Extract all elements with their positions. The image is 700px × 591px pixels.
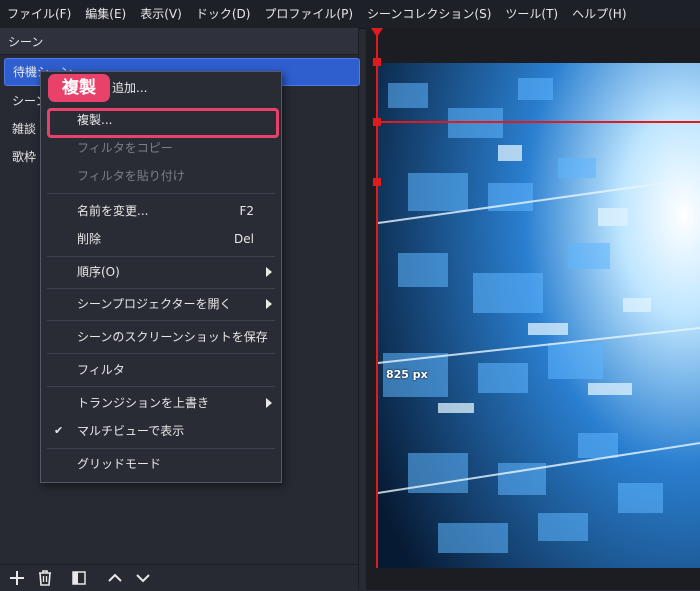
menu-item-filters[interactable]: フィルタ xyxy=(42,356,280,384)
preview-canvas-image xyxy=(378,63,700,568)
preview-area[interactable]: 825 px xyxy=(366,28,700,590)
menu-separator xyxy=(47,353,275,354)
menu-separator xyxy=(47,193,275,194)
horizontal-guide-line xyxy=(378,121,700,123)
menu-separator xyxy=(47,448,275,449)
submenu-arrow-icon xyxy=(266,299,272,309)
menu-item-copy-filters: フィルタをコピー xyxy=(77,141,173,155)
menu-item-screenshot[interactable]: シーンのスクリーンショットを保存 xyxy=(42,323,280,351)
menu-edit[interactable]: 編集(E) xyxy=(78,0,133,28)
menu-item-paste-filters: フィルタを貼り付け xyxy=(77,169,185,183)
trash-icon[interactable] xyxy=(35,568,55,588)
menu-item-delete[interactable]: 削除 Del xyxy=(42,225,280,253)
menu-help[interactable]: ヘルプ(H) xyxy=(565,0,633,28)
resize-handle[interactable] xyxy=(373,178,381,186)
move-down-icon[interactable] xyxy=(133,568,153,588)
menu-item-multiview[interactable]: ✔ マルチビューで表示 xyxy=(42,417,280,445)
menu-scene-collection[interactable]: シーンコレクション(S) xyxy=(360,0,498,28)
menu-separator xyxy=(47,288,275,289)
menu-separator xyxy=(47,386,275,387)
duplicate-highlight-box xyxy=(47,108,279,138)
menu-dock[interactable]: ドック(D) xyxy=(189,0,258,28)
scenes-toolbar xyxy=(0,564,358,591)
tech-background-image xyxy=(378,63,700,568)
submenu-arrow-icon xyxy=(266,267,272,277)
submenu-arrow-icon xyxy=(266,398,272,408)
menu-bar: ファイル(F) 編集(E) 表示(V) ドック(D) プロファイル(P) シーン… xyxy=(0,0,700,29)
menu-view[interactable]: 表示(V) xyxy=(133,0,189,28)
menu-item-grid-mode[interactable]: グリッドモード xyxy=(42,450,280,478)
move-up-icon[interactable] xyxy=(105,568,125,588)
menu-item-rename[interactable]: 名前を変更... F2 xyxy=(42,197,280,225)
duplicate-annotation-badge: 複製 xyxy=(48,74,110,102)
distance-label: 825 px xyxy=(386,368,428,381)
vertical-guide-line xyxy=(376,28,378,568)
scenes-dock-title: シーン xyxy=(0,28,358,55)
menu-separator xyxy=(47,256,275,257)
menu-profile[interactable]: プロファイル(P) xyxy=(257,0,360,28)
menu-item-transition-override[interactable]: トランジションを上書き xyxy=(42,389,280,417)
scenes-dock-title-text: シーン xyxy=(8,35,44,49)
menu-separator xyxy=(47,320,275,321)
checkmark-icon: ✔ xyxy=(54,424,64,437)
menu-tools[interactable]: ツール(T) xyxy=(498,0,565,28)
add-scene-icon[interactable] xyxy=(7,568,27,588)
menu-item-order[interactable]: 順序(O) xyxy=(42,258,280,286)
resize-handle[interactable] xyxy=(373,118,381,126)
scene-filters-icon[interactable] xyxy=(69,568,89,588)
guide-arrow-icon xyxy=(371,28,383,37)
menu-file[interactable]: ファイル(F) xyxy=(0,0,78,28)
menu-item-projector[interactable]: シーンプロジェクターを開く xyxy=(42,290,280,318)
resize-handle[interactable] xyxy=(373,58,381,66)
